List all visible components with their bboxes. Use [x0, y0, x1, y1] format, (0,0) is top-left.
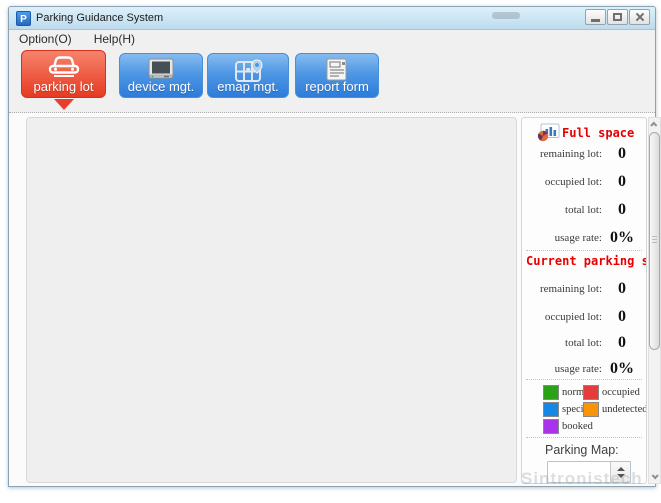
full-space-header: Full space — [537, 123, 634, 142]
toolbar-button-label: parking lot — [22, 79, 105, 94]
window-title: Parking Guidance System — [36, 12, 163, 24]
scrollbar-grip — [652, 236, 657, 244]
stat-value: 0% — [606, 229, 638, 247]
stat-row: occupied lot: 0 — [522, 173, 647, 191]
app-window: P Parking Guidance System Option(O) Help… — [8, 6, 656, 487]
stat-row: occupied lot: 0 — [522, 308, 647, 326]
stat-row: usage rate: 0% — [522, 229, 647, 247]
scroll-down-button[interactable] — [649, 470, 660, 483]
stat-value: 0 — [606, 173, 638, 191]
sidebar-scrollbar[interactable] — [648, 117, 661, 484]
stat-row: total lot: 0 — [522, 201, 647, 219]
stat-value: 0 — [606, 280, 638, 298]
scroll-up-button[interactable] — [649, 118, 660, 131]
stat-label: occupied lot: — [522, 176, 602, 188]
legend-swatch — [543, 385, 559, 400]
minimize-icon — [591, 19, 600, 22]
stat-value: 0% — [606, 360, 638, 378]
parking-map-label: Parking Map: — [545, 443, 619, 457]
parking-map-canvas — [26, 117, 517, 483]
stat-label: total lot: — [522, 337, 602, 349]
stat-row: remaining lot: 0 — [522, 145, 647, 163]
scrollbar-thumb[interactable] — [649, 132, 660, 350]
app-icon: P — [16, 11, 31, 26]
legend-swatch — [583, 385, 599, 400]
stat-label: usage rate: — [522, 232, 602, 244]
close-icon — [635, 12, 645, 22]
chevron-up-icon — [650, 122, 657, 129]
stat-value: 0 — [606, 201, 638, 219]
menu-help[interactable]: Help(H) — [94, 32, 135, 46]
toolbar-button-label: device mgt. — [120, 79, 202, 94]
legend-swatch — [543, 402, 559, 417]
stat-label: occupied lot: — [522, 311, 602, 323]
content-area: Full space remaining lot: 0 occupied lot… — [9, 113, 655, 486]
stat-row: usage rate: 0% — [522, 360, 647, 378]
report-form-button[interactable]: report form — [295, 53, 379, 98]
emap-mgt-button[interactable]: emap mgt. — [207, 53, 289, 98]
current-parking-header: Current parking s — [526, 254, 646, 268]
stat-label: usage rate: — [522, 363, 602, 375]
toolbar: parking lot device mgt. — [9, 48, 655, 113]
window-controls — [585, 9, 650, 25]
toolbar-button-label: emap mgt. — [208, 79, 288, 94]
stat-value: 0 — [606, 334, 638, 352]
toolbar-button-label: report form — [296, 79, 378, 94]
maximize-button[interactable] — [607, 9, 628, 25]
legend-label: occupied — [602, 387, 640, 398]
chevron-down-icon — [652, 472, 659, 479]
stat-row: total lot: 0 — [522, 334, 647, 352]
stat-value: 0 — [606, 145, 638, 163]
maximize-icon — [613, 13, 622, 21]
legend-swatch — [543, 419, 559, 434]
section-title: Full space — [562, 126, 634, 140]
stat-row: remaining lot: 0 — [522, 280, 647, 298]
device-mgt-button[interactable]: device mgt. — [119, 53, 203, 98]
stock-watermark: Sintronistech — [521, 469, 643, 489]
separator — [526, 250, 642, 251]
titlebar[interactable]: P Parking Guidance System — [9, 7, 655, 30]
separator — [526, 379, 642, 380]
legend-label: undetected — [602, 404, 647, 415]
car-icon — [22, 54, 105, 80]
stat-label: remaining lot: — [522, 283, 602, 295]
menu-option[interactable]: Option(O) — [19, 32, 72, 46]
stats-sidebar: Full space remaining lot: 0 occupied lot… — [521, 117, 647, 484]
statistics-icon — [537, 123, 560, 142]
section-title: Current parking s — [526, 254, 646, 268]
stat-value: 0 — [606, 308, 638, 326]
parking-lot-button[interactable]: parking lot — [21, 50, 106, 98]
menubar: Option(O) Help(H) — [9, 30, 655, 48]
stat-label: total lot: — [522, 204, 602, 216]
active-tab-arrow — [54, 99, 74, 110]
minimize-button[interactable] — [585, 9, 606, 25]
legend-label: booked — [562, 421, 593, 432]
close-button[interactable] — [629, 9, 650, 25]
separator — [526, 437, 642, 438]
watermark-blob — [492, 12, 520, 19]
stat-label: remaining lot: — [522, 148, 602, 160]
legend-swatch — [583, 402, 599, 417]
